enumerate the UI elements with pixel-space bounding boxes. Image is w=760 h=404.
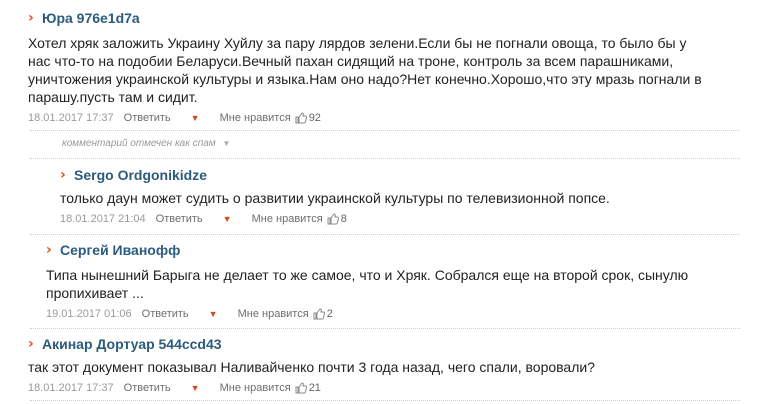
comment-date: 18.01.2017 17:37 — [28, 112, 114, 124]
spam-notice-text: комментарий отмечен как спам — [62, 138, 216, 149]
thumbs-up-icon[interactable] — [327, 213, 339, 225]
reply-button[interactable]: Ответить — [142, 308, 189, 320]
comment: › Юра 976e1d7a Хотел хряк заложить Украи… — [28, 8, 748, 126]
like-count: 8 — [340, 213, 347, 225]
like-count: 21 — [308, 382, 321, 394]
reply-button[interactable]: Ответить — [124, 112, 171, 124]
comment: › Акинар Дортуар 544ccd43 так этот докум… — [28, 334, 748, 396]
chevron-right-icon: › — [46, 242, 52, 258]
comment-header: › Юра 976e1d7a — [28, 8, 748, 28]
comment-date: 18.01.2017 21:04 — [60, 213, 146, 225]
comment-meta: 18.01.2017 17:37 Ответить ▼ Мне нравится… — [28, 110, 748, 126]
chevron-right-icon: › — [28, 10, 34, 26]
comment: › Sergo Ordgonikidze только даун может с… — [60, 165, 740, 227]
comment-header: › Акинар Дортуар 544ccd43 — [28, 334, 748, 354]
like-count: 92 — [308, 112, 321, 124]
caret-down-icon[interactable]: ▼ — [191, 113, 200, 123]
thumbs-up-icon[interactable] — [295, 382, 307, 394]
like-button[interactable]: Мне нравится — [220, 382, 291, 394]
caret-down-icon[interactable]: ▼ — [191, 383, 200, 393]
comment-date: 19.01.2017 01:06 — [46, 308, 132, 320]
comment-author[interactable]: Акинар Дортуар 544ccd43 — [42, 336, 222, 352]
thumbs-up-icon[interactable] — [295, 112, 307, 124]
comment-meta: 18.01.2017 21:04 Ответить ▼ Мне нравится… — [60, 211, 740, 227]
like-button[interactable]: Мне нравится — [252, 213, 323, 225]
comment-meta: 18.01.2017 17:37 Ответить ▼ Мне нравится… — [28, 380, 748, 396]
comment-text-line: пропихивает ... — [46, 285, 144, 301]
caret-down-icon[interactable]: ▼ — [223, 214, 232, 224]
comment-author[interactable]: Sergo Ordgonikidze — [74, 167, 207, 183]
comment-text-line: Хотел хряк заложить Украину Хуйлу за пар… — [28, 35, 687, 51]
comment-author[interactable]: Юра 976e1d7a — [42, 10, 140, 26]
divider — [30, 158, 740, 159]
comment-text: только даун может судить о развитии укра… — [60, 189, 740, 207]
reply-button[interactable]: Ответить — [156, 213, 203, 225]
like-count: 2 — [326, 308, 333, 320]
comment-author[interactable]: Сергей Иванофф — [60, 242, 180, 258]
comment-text-line: так этот документ показывал Наливайченко… — [28, 359, 595, 375]
comment-text: Хотел хряк заложить Украину Хуйлу за пар… — [28, 34, 748, 106]
comment-text-line: нас что-то на подобии Беларуси.Вечный па… — [28, 53, 674, 69]
spam-notice[interactable]: комментарий отмечен как спам ▼ — [62, 138, 230, 149]
reply-button[interactable]: Ответить — [124, 382, 171, 394]
chevron-right-icon: › — [28, 336, 34, 352]
comment-meta: 19.01.2017 01:06 Ответить ▼ Мне нравится… — [46, 306, 746, 322]
comment: › Сергей Иванофф Типа нынешний Барыга не… — [46, 240, 746, 322]
comment-text-line: Типа нынешний Барыга не делает то же сам… — [46, 267, 689, 283]
divider — [30, 130, 740, 131]
divider — [30, 328, 740, 329]
thumbs-up-icon[interactable] — [313, 308, 325, 320]
chevron-right-icon: › — [60, 167, 66, 183]
comment-date: 18.01.2017 17:37 — [28, 382, 114, 394]
comment-text-line: парашу.пусть там и сидит. — [28, 89, 198, 105]
comment-text: Типа нынешний Барыга не делает то же сам… — [46, 266, 746, 302]
caret-down-icon[interactable]: ▼ — [222, 139, 230, 148]
like-button[interactable]: Мне нравится — [238, 308, 309, 320]
comment-text: так этот документ показывал Наливайченко… — [28, 358, 748, 376]
comment-header: › Sergo Ordgonikidze — [60, 165, 740, 185]
divider — [30, 400, 740, 401]
like-button[interactable]: Мне нравится — [220, 112, 291, 124]
comment-text-line: только даун может судить о развитии укра… — [60, 190, 610, 206]
comment-header: › Сергей Иванофф — [46, 240, 746, 260]
comment-text-line: уничтожения украинской культуры и языка.… — [28, 71, 702, 87]
caret-down-icon[interactable]: ▼ — [209, 309, 218, 319]
divider — [30, 234, 740, 235]
